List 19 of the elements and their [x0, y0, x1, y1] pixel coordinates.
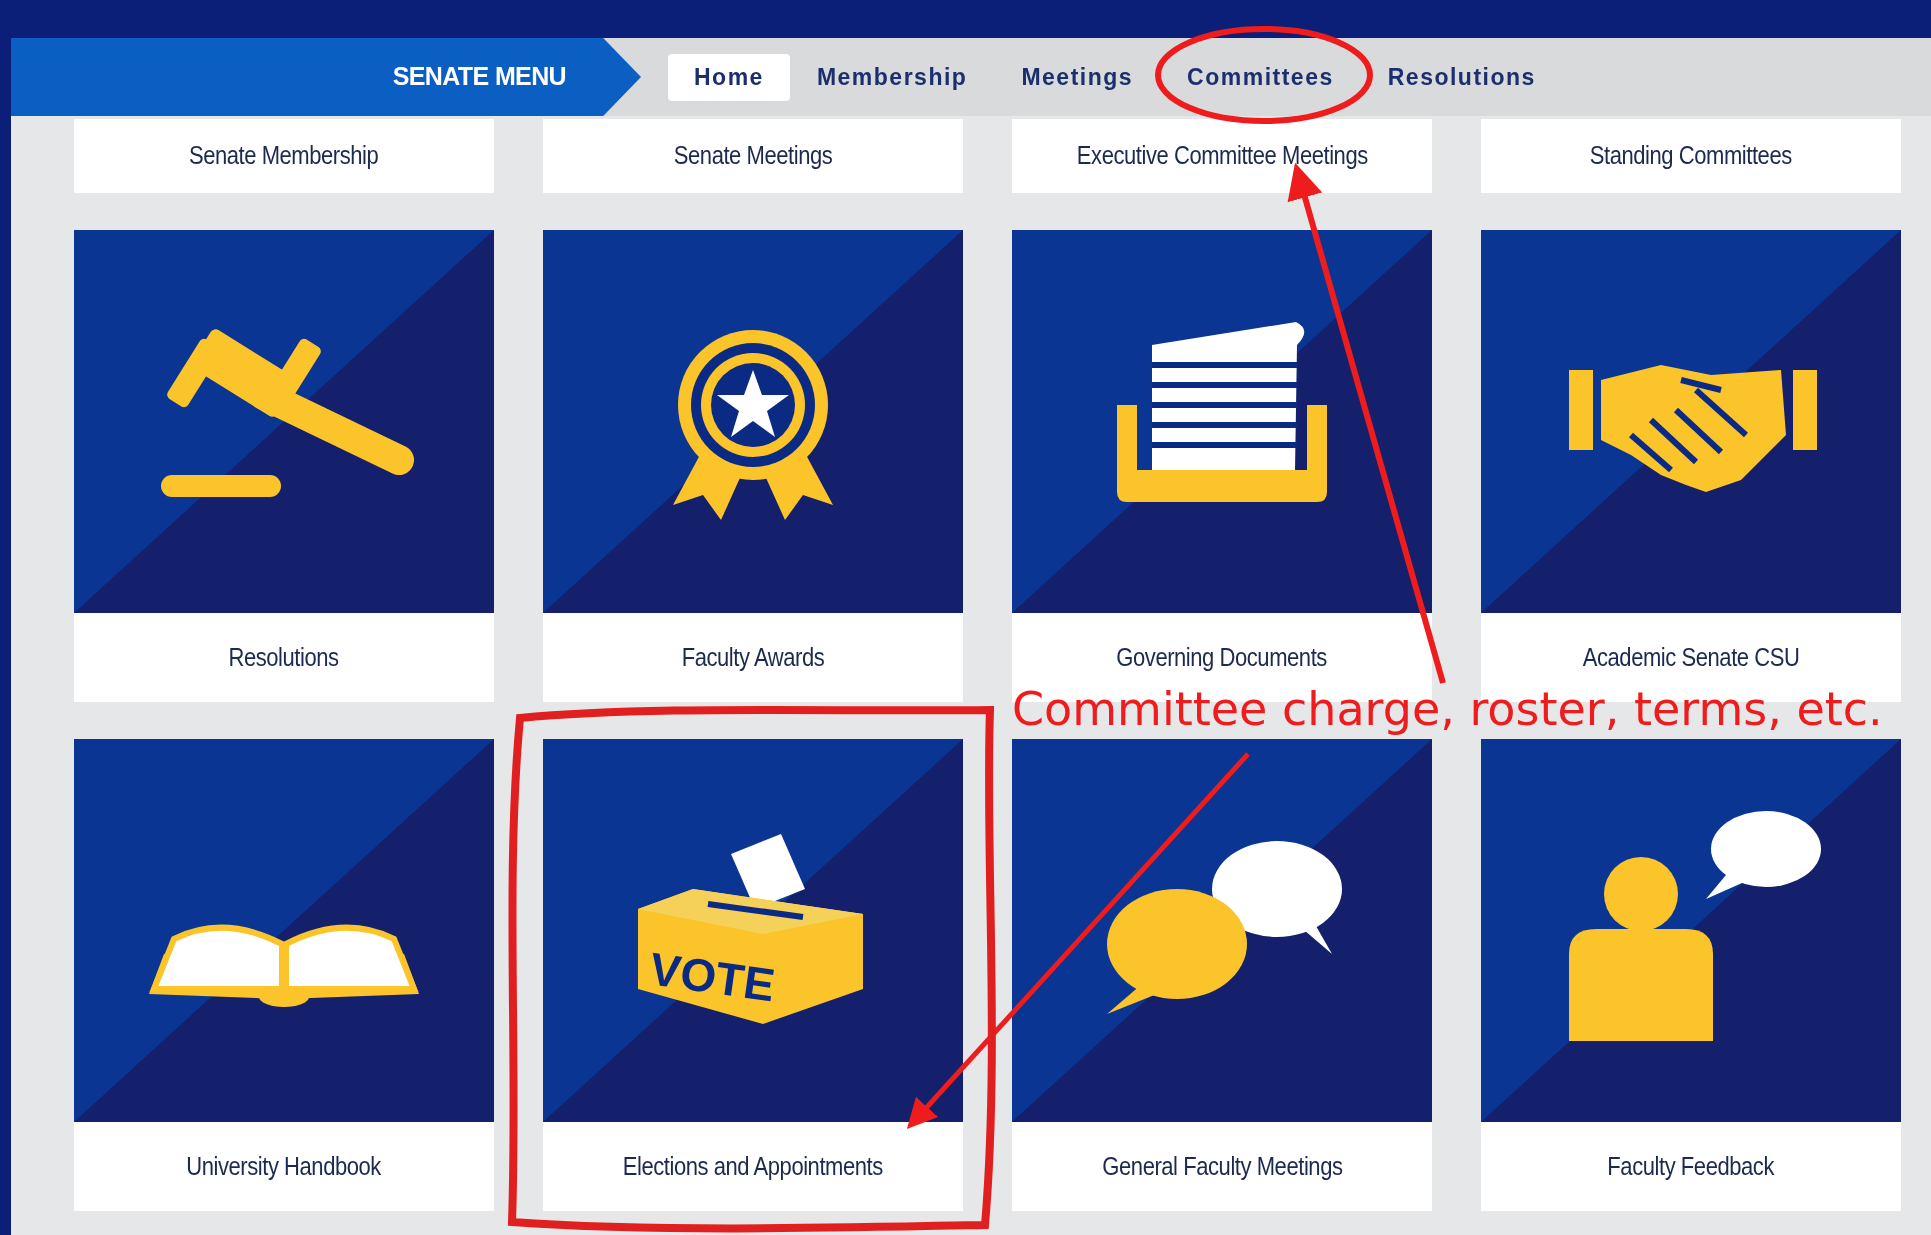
vote-label: VOTE: [646, 942, 778, 1012]
nav-tab[interactable]: Home: [668, 53, 790, 101]
nav-tab[interactable]: Resolutions: [1360, 53, 1563, 101]
tile-link[interactable]: Senate Meetings: [673, 137, 833, 175]
tile-link[interactable]: Faculty Awards: [681, 638, 825, 677]
tile-link[interactable]: Faculty Feedback: [1607, 1147, 1775, 1186]
senate-menu-banner: SENATE MENU: [11, 38, 641, 116]
handshake-icon: [1569, 365, 1817, 492]
documents-icon: [1117, 322, 1327, 502]
speech-bubbles-icon: [1107, 841, 1342, 1014]
nav-tab[interactable]: Membership: [789, 53, 995, 101]
nav-tab[interactable]: Meetings: [994, 53, 1161, 101]
tile-link[interactable]: Resolutions: [228, 638, 340, 677]
book-icon: [149, 924, 419, 1007]
ballot-box-icon: [638, 834, 863, 1024]
person-speech-icon: [1569, 811, 1821, 1041]
nav-tab[interactable]: Committees: [1160, 53, 1361, 101]
gavel-icon: [161, 327, 414, 497]
award-icon: [673, 330, 833, 520]
